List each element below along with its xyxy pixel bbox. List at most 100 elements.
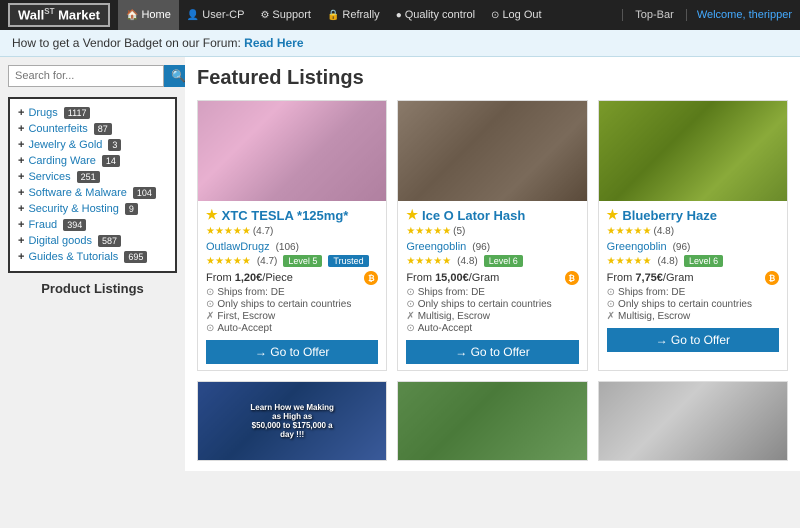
listing-body-2: ★ Ice O Lator Hash ★★★★★ (5) Greengoblin… [398,201,586,370]
listing-body-3: ★ Blueberry Haze ★★★★★ (4.8) Greengoblin… [599,201,787,358]
welcome-text: Welcome, theripper [687,9,792,21]
logout-icon: ⊙ [491,10,499,21]
btc-icon-2: ₿ [565,271,579,285]
listing-title-1: ★ XTC TESLA *125mg* [206,207,378,223]
search-bar-container: 🔍 [8,65,177,87]
bottom-card-2[interactable] [397,381,587,461]
star-icon-1: ★ [206,207,218,223]
vendor-read-here-link[interactable]: Read Here [244,36,303,50]
level-badge-2: Level 6 [484,255,523,267]
nav-quality-control[interactable]: ● Quality control [388,0,483,30]
go-offer-button-3[interactable]: → Go to Offer [607,328,779,352]
category-counterfeits[interactable]: + Counterfeits 87 [18,121,167,137]
go-offer-button-1[interactable]: → Go to Offer [206,340,378,364]
trusted-badge-1: Trusted [328,255,368,267]
auto-accept-1: ⊙ Auto-Accept [206,323,378,334]
bottom-overlay-text: Learn How we Makingas High as$50,000 to … [245,403,339,439]
category-security-hosting[interactable]: + Security & Hosting 9 [18,201,167,217]
badge-row-1: ★★★★★ (4.7) Level 5 Trusted [206,255,378,267]
ships-from-3: ⊙ Ships from: DE [607,287,779,298]
seller-stars-2: ★★★★★ [406,256,451,267]
topbar-label: Top-Bar [622,9,687,21]
stars-3: ★★★★★ [607,226,652,237]
category-box: + Drugs 1117 + Counterfeits 87 + Jewelry… [8,97,177,273]
listing-title-3: ★ Blueberry Haze [607,207,779,223]
listing-card-2: ★ Ice O Lator Hash ★★★★★ (5) Greengoblin… [397,100,587,371]
category-guides-tutorials[interactable]: + Guides & Tutorials 695 [18,249,167,265]
username: theripper [749,9,792,21]
category-drugs[interactable]: + Drugs 1117 [18,105,167,121]
category-jewelry-gold[interactable]: + Jewelry & Gold 3 [18,137,167,153]
user-icon: 👤 [187,10,199,21]
listing-body-1: ★ XTC TESLA *125mg* ★★★★★ (4.7) OutlawDr… [198,201,386,370]
support-icon: ⚙ [260,10,269,21]
main-layout: 🔍 + Drugs 1117 + Counterfeits 87 + Jewel… [0,57,800,471]
rating-1: (4.7) [253,226,274,237]
seller-row-1: OutlawDrugz (106) [206,241,378,253]
listing-card-3: ★ Blueberry Haze ★★★★★ (4.8) Greengoblin… [598,100,788,371]
seller-count-2: (96) [472,242,490,253]
rating-2: (5) [453,226,465,237]
nav-support[interactable]: ⚙ Support [252,0,319,30]
level-badge-3: Level 6 [684,255,723,267]
btc-icon-3: ₿ [765,271,779,285]
price-text-2: From 15,00€/Gram [406,272,499,284]
stars-row-1: ★★★★★ (4.7) [206,226,378,237]
category-services[interactable]: + Services 251 [18,169,167,185]
logo[interactable]: WallST Market [8,3,110,26]
price-row-1: From 1,20€/Piece ₿ [206,271,378,285]
star-icon-2: ★ [406,207,418,223]
bottom-card-1[interactable]: Learn How we Makingas High as$50,000 to … [197,381,387,461]
category-software-malware[interactable]: + Software & Malware 104 [18,185,167,201]
quality-icon: ● [396,10,402,21]
nav-user-cp[interactable]: 👤 User-CP [179,0,253,30]
seller-stars-3: ★★★★★ [607,256,652,267]
nav-menu: 🏠 Home 👤 User-CP ⚙ Support 🔒 Refrally ● … [118,0,622,30]
stars-2: ★★★★★ [406,226,451,237]
ships-to-2: ⊙ Only ships to certain countries [406,299,578,310]
ships-from-2: ⊙ Ships from: DE [406,287,578,298]
seller-row-3: Greengoblin (96) [607,241,779,253]
category-carding-ware[interactable]: + Carding Ware 14 [18,153,167,169]
category-fraud[interactable]: + Fraud 394 [18,217,167,233]
bottom-row: Learn How we Makingas High as$50,000 to … [197,381,788,461]
vendor-bar: How to get a Vendor Badget on our Forum:… [0,30,800,57]
ships-to-1: ⊙ Only ships to certain countries [206,299,378,310]
escrow-3: ✗ Multisig, Escrow [607,311,779,322]
price-row-2: From 15,00€/Gram ₿ [406,271,578,285]
rating-3: (4.8) [653,226,674,237]
level-badge-1: Level 5 [283,255,322,267]
auto-accept-2: ⊙ Auto-Accept [406,323,578,334]
nav-home[interactable]: 🏠 Home [118,0,179,30]
listing-title-2: ★ Ice O Lator Hash [406,207,578,223]
badge-row-2: ★★★★★ (4.8) Level 6 [406,255,578,267]
seller-count-3: (96) [673,242,691,253]
bottom-card-3[interactable] [598,381,788,461]
sidebar: 🔍 + Drugs 1117 + Counterfeits 87 + Jewel… [0,57,185,471]
stars-row-3: ★★★★★ (4.8) [607,226,779,237]
seller-name-3[interactable]: Greengoblin [607,241,667,253]
top-bar: WallST Market 🏠 Home 👤 User-CP ⚙ Support… [0,0,800,30]
escrow-1: ✗ First, Escrow [206,311,378,322]
product-listings-label: Product Listings [8,281,177,296]
listing-image-1 [198,101,386,201]
main-content: Featured Listings ★ XTC TESLA *125mg* ★★… [185,57,800,471]
go-offer-button-2[interactable]: → Go to Offer [406,340,578,364]
seller-name-2[interactable]: Greengoblin [406,241,466,253]
nav-refrally[interactable]: 🔒 Refrally [319,0,388,30]
stars-row-2: ★★★★★ (5) [406,226,578,237]
seller-count-1: (106) [276,242,299,253]
nav-logout[interactable]: ⊙ Log Out [483,0,550,30]
home-icon: 🏠 [126,10,138,21]
price-text-3: From 7,75€/Gram [607,272,694,284]
search-input[interactable] [8,65,164,87]
seller-name-1[interactable]: OutlawDrugz [206,241,270,253]
price-row-3: From 7,75€/Gram ₿ [607,271,779,285]
category-digital-goods[interactable]: + Digital goods 587 [18,233,167,249]
badge-row-3: ★★★★★ (4.8) Level 6 [607,255,779,267]
seller-row-2: Greengoblin (96) [406,241,578,253]
featured-title: Featured Listings [197,67,788,90]
listings-grid: ★ XTC TESLA *125mg* ★★★★★ (4.7) OutlawDr… [197,100,788,371]
listing-image-3 [599,101,787,201]
price-text-1: From 1,20€/Piece [206,272,293,284]
